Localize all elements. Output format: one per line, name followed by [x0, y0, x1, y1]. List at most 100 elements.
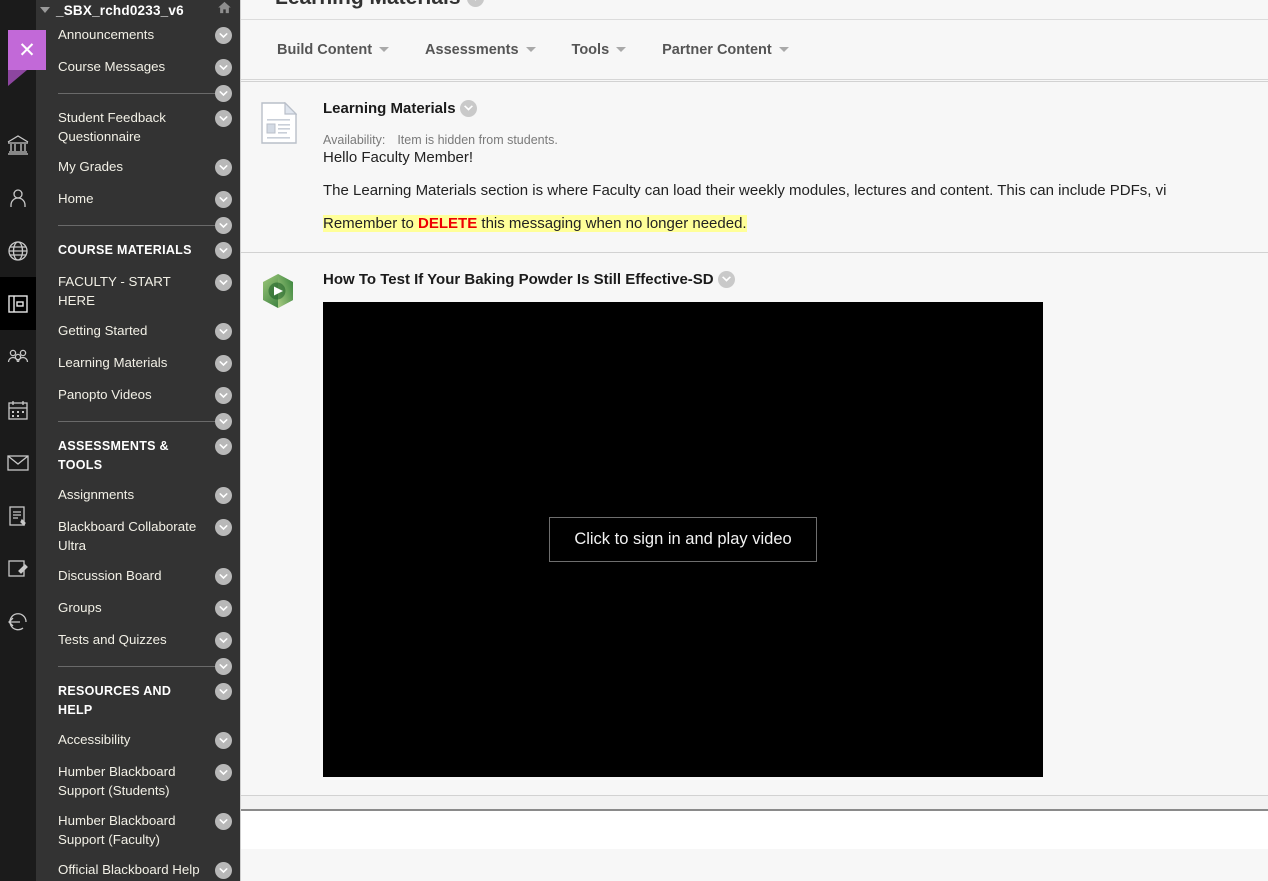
- rail-item-organizations[interactable]: [0, 330, 36, 383]
- video-player[interactable]: Click to sign in and play video: [323, 302, 1043, 777]
- menu-item-chevron-down-icon[interactable]: [215, 85, 232, 102]
- menu-item-chevron-down-icon[interactable]: [215, 683, 232, 700]
- action-bar-item-label: Assessments: [425, 41, 519, 58]
- menu-item-chevron-down-icon[interactable]: [215, 764, 232, 781]
- course-menu-item-getting-started[interactable]: Getting Started: [36, 316, 240, 348]
- close-course-menu-button[interactable]: ✕: [8, 30, 46, 86]
- course-menu-item-learning-materials[interactable]: Learning Materials: [36, 348, 240, 380]
- course-menu-divider: [36, 657, 240, 676]
- panopto-icon: [261, 271, 299, 777]
- menu-item-chevron-down-icon[interactable]: [215, 813, 232, 830]
- content-scroll-region[interactable]: Learning Materials Availability: Item is…: [241, 81, 1268, 881]
- course-menu-item-assignments[interactable]: Assignments: [36, 480, 240, 512]
- video-item-title[interactable]: How To Test If Your Baking Powder Is Sti…: [323, 271, 1268, 288]
- action-bar-partner-content[interactable]: Partner Content: [662, 42, 789, 58]
- course-menu-item-my-grades[interactable]: My Grades: [36, 152, 240, 184]
- delete-reminder-line: Remember to DELETE this messaging when n…: [323, 213, 1268, 234]
- action-bar-tools[interactable]: Tools: [572, 42, 627, 58]
- course-menu-item-humber-blackboard-support-students[interactable]: Humber Blackboard Support (Students): [36, 757, 240, 806]
- sign-in-play-video-button[interactable]: Click to sign in and play video: [549, 517, 817, 562]
- rail-item-calendar[interactable]: [0, 383, 36, 436]
- profile-icon: [6, 186, 30, 210]
- course-menu-item-discussion-board[interactable]: Discussion Board: [36, 561, 240, 593]
- action-bar-item-label: Build Content: [277, 41, 373, 58]
- menu-item-chevron-down-icon[interactable]: [215, 487, 232, 504]
- course-menu-item-student-feedback-questionnaire[interactable]: Student Feedback Questionnaire: [36, 103, 240, 152]
- course-menu-item-tests-and-quizzes[interactable]: Tests and Quizzes: [36, 625, 240, 657]
- menu-item-chevron-down-icon[interactable]: [215, 242, 232, 259]
- course-menu-item-label: Assignments: [58, 487, 135, 502]
- course-menu-item-announcements[interactable]: Announcements: [36, 20, 240, 52]
- course-menu-item-humber-blackboard-support-faculty[interactable]: Humber Blackboard Support (Faculty): [36, 806, 240, 855]
- course-menu-item-label: Groups: [58, 600, 102, 615]
- course-menu-item-label: Course Messages: [58, 59, 166, 74]
- content-item-chevron-down-icon[interactable]: [459, 100, 477, 117]
- menu-item-chevron-down-icon[interactable]: [215, 632, 232, 649]
- availability-row: Availability: Item is hidden from studen…: [323, 133, 1268, 147]
- action-bar-build-content[interactable]: Build Content: [277, 41, 390, 58]
- page-title: Learning Materials: [275, 0, 484, 10]
- organizations-icon: [6, 345, 30, 369]
- course-menu-item-label: Learning Materials: [58, 355, 168, 370]
- signout-icon: [6, 610, 30, 634]
- course-menu-item-label: Discussion Board: [58, 568, 162, 583]
- course-menu-item-official-blackboard-help-site[interactable]: Official Blackboard Help Site: [36, 855, 240, 881]
- menu-item-chevron-down-icon[interactable]: [215, 323, 232, 340]
- course-menu-item-blackboard-collaborate-ultra[interactable]: Blackboard Collaborate Ultra: [36, 512, 240, 561]
- menu-item-chevron-down-icon[interactable]: [215, 438, 232, 455]
- menu-item-chevron-down-icon[interactable]: [215, 519, 232, 536]
- page-title-chevron-down-icon[interactable]: [466, 0, 484, 7]
- content-action-bar: Build Content Assessments Tools Partner Con…: [241, 20, 1268, 80]
- menu-item-chevron-down-icon[interactable]: [215, 191, 232, 208]
- menu-item-chevron-down-icon[interactable]: [215, 159, 232, 176]
- menu-item-chevron-down-icon[interactable]: [215, 355, 232, 372]
- menu-item-chevron-down-icon[interactable]: [215, 862, 232, 879]
- greeting-line: Hello Faculty Member!: [323, 149, 474, 166]
- rail-item-signout[interactable]: [0, 595, 36, 648]
- rail-item-grades[interactable]: [0, 489, 36, 542]
- reminder-prefix: Remember to: [323, 215, 419, 232]
- menu-item-chevron-down-icon[interactable]: [215, 568, 232, 585]
- rail-item-tools[interactable]: [0, 542, 36, 595]
- chevron-down-icon: [616, 47, 627, 52]
- course-menu-item-faculty-start-here[interactable]: FACULTY - START HERE: [36, 267, 240, 316]
- rail-item-courses[interactable]: [0, 277, 36, 330]
- course-menu-item-label: FACULTY - START HERE: [58, 274, 171, 308]
- course-menu-item-panopto-videos[interactable]: Panopto Videos: [36, 380, 240, 412]
- course-menu-item-home[interactable]: Home: [36, 184, 240, 216]
- content-item-title[interactable]: Learning Materials: [323, 100, 1268, 117]
- course-menu-divider: [36, 84, 240, 103]
- menu-item-chevron-down-icon[interactable]: [215, 274, 232, 291]
- course-menu-item-groups[interactable]: Groups: [36, 593, 240, 625]
- rail-item-profile[interactable]: [0, 171, 36, 224]
- menu-item-chevron-down-icon[interactable]: [215, 658, 232, 675]
- course-menu-divider: [36, 216, 240, 235]
- menu-item-chevron-down-icon[interactable]: [215, 59, 232, 76]
- menu-item-chevron-down-icon[interactable]: [215, 600, 232, 617]
- course-menu-item-course-messages[interactable]: Course Messages: [36, 52, 240, 84]
- content-item-learning-materials: Learning Materials Availability: Item is…: [241, 81, 1268, 252]
- menu-item-chevron-down-icon[interactable]: [215, 110, 232, 127]
- next-content-section: [241, 809, 1268, 849]
- description-line: The Learning Materials section is where …: [323, 182, 1167, 199]
- course-menu-divider: [36, 412, 240, 431]
- menu-item-chevron-down-icon[interactable]: [215, 413, 232, 430]
- menu-item-chevron-down-icon[interactable]: [215, 732, 232, 749]
- rail-item-activity-stream[interactable]: [0, 224, 36, 277]
- course-menu-heading-course-materials: COURSE MATERIALS: [36, 235, 240, 267]
- rail-item-messages[interactable]: [0, 436, 36, 489]
- video-item-chevron-down-icon[interactable]: [717, 271, 735, 288]
- menu-item-chevron-down-icon[interactable]: [215, 217, 232, 234]
- course-menu-header[interactable]: _SBX_rchd0233_v6: [36, 0, 240, 20]
- action-bar-assessments[interactable]: Assessments: [425, 42, 536, 58]
- home-icon[interactable]: [217, 0, 232, 20]
- collapse-caret-icon[interactable]: [40, 7, 50, 13]
- calendar-icon: [6, 398, 30, 422]
- rail-icon-list: [0, 118, 36, 648]
- course-menu-item-label: Humber Blackboard Support (Students): [58, 764, 176, 798]
- menu-item-chevron-down-icon[interactable]: [215, 27, 232, 44]
- delete-emphasis: DELETE: [418, 215, 478, 232]
- rail-item-institution[interactable]: [0, 118, 36, 171]
- menu-item-chevron-down-icon[interactable]: [215, 387, 232, 404]
- course-menu-item-accessibility[interactable]: Accessibility: [36, 725, 240, 757]
